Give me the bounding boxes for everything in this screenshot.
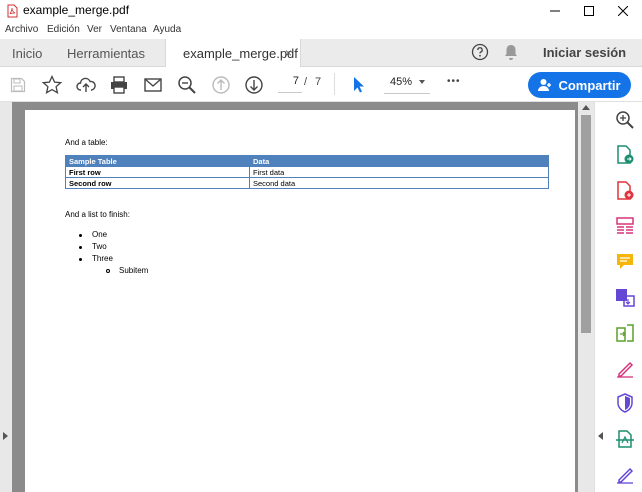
list-intro-text: And a list to finish: [65,210,130,219]
signin-button[interactable]: Iniciar sesión [543,45,626,60]
export-pdf-icon[interactable] [615,145,635,165]
toolbar-divider [334,73,335,95]
bullet-icon [79,258,82,261]
bullet-icon [79,234,82,237]
table-cell: Second data [249,177,549,189]
tab-home[interactable]: Inicio [12,39,42,67]
table-cell: Second row [65,177,250,189]
minimize-icon [550,10,560,12]
printer-icon [111,76,127,94]
table-header-cell: Data [249,155,549,167]
table-intro-text: And a table: [65,138,108,147]
table-header-cell: Sample Table [65,155,250,167]
comment-icon[interactable] [615,252,635,272]
zoom-in-icon[interactable] [615,110,635,130]
share-button[interactable]: Compartir [528,72,631,98]
zoom-level-value: 45% [390,76,413,88]
list-subitem: Subitem [119,266,149,275]
add-user-icon [538,79,552,91]
page-total: 7 [315,76,322,88]
tab-document-label: example_merge.pdf [183,45,298,61]
scan-ocr-icon[interactable] [615,429,635,449]
tab-close-icon[interactable]: × [285,46,292,60]
scrollbar-thumb[interactable] [581,115,591,333]
create-pdf-icon[interactable] [615,181,635,201]
title-bar: example_merge.pdf [0,0,642,22]
select-tool-button[interactable] [347,73,371,97]
share-button-label: Compartir [558,77,621,93]
page-separator: / [304,76,308,88]
expand-left-icon [3,432,8,440]
protect-shield-icon[interactable] [615,393,635,413]
zoom-search-button[interactable] [175,73,199,97]
sample-table: Sample Table Data First row First data S… [65,155,549,189]
combine-files-icon[interactable] [615,287,635,307]
cloud-upload-icon [76,77,96,92]
more-options-icon[interactable]: ••• [447,76,461,87]
next-page-button[interactable] [242,73,266,97]
tab-tools[interactable]: Herramientas [67,39,145,67]
chevron-down-icon [419,80,425,84]
save-button[interactable] [6,73,30,97]
table-header-row: Sample Table Data [65,155,549,167]
close-icon [618,6,628,16]
table-cell: First data [249,166,549,178]
close-window-button[interactable] [603,0,642,22]
vertical-scrollbar[interactable] [578,102,594,492]
zoom-level-select[interactable]: 45% [384,76,430,94]
tab-bar: Inicio Herramientas example_merge.pdf × … [0,39,642,67]
menu-archivo[interactable]: Archivo [5,24,38,35]
scroll-up-icon[interactable] [582,105,590,110]
table-row: Second row Second data [65,177,549,189]
print-button[interactable] [107,73,131,97]
notifications-bell-icon[interactable] [503,44,519,61]
save-icon [10,77,26,93]
window-title: example_merge.pdf [23,3,130,17]
tab-document[interactable]: example_merge.pdf × [165,39,301,67]
envelope-icon [144,78,162,92]
left-panel-toggle[interactable] [0,102,12,492]
organize-pages-icon[interactable] [615,323,635,343]
help-icon[interactable] [471,43,489,61]
pdf-page: And a table: Sample Table Data First row… [25,110,575,492]
magnifier-icon [178,76,196,94]
bookmark-button[interactable] [40,73,64,97]
maximize-icon [584,6,594,16]
fill-sign-icon[interactable] [615,358,635,378]
menu-edicion[interactable]: Edición [47,24,80,35]
right-tools-panel [594,102,642,492]
toolbar: 7 / 7 45% ••• Compartir [0,67,642,102]
menu-ayuda[interactable]: Ayuda [153,24,181,35]
upload-cloud-button[interactable] [74,73,98,97]
hollow-bullet-icon [106,269,110,273]
document-viewer[interactable]: And a table: Sample Table Data First row… [0,102,594,492]
arrow-up-circle-icon [212,76,230,94]
cursor-arrow-icon [354,77,364,93]
list-item: Three [92,254,113,263]
arrow-down-circle-icon [245,76,263,94]
table-row: First row First data [65,166,549,178]
collapse-right-icon[interactable] [598,432,603,440]
star-icon [42,75,62,94]
menu-ver[interactable]: Ver [87,24,102,35]
list-item: Two [92,242,107,251]
edit-pdf-icon[interactable] [615,216,635,236]
request-signature-icon[interactable] [615,464,635,484]
bullet-icon [79,246,82,249]
menu-bar: Archivo Edición Ver Ventana Ayuda [0,22,642,39]
menu-ventana[interactable]: Ventana [110,24,147,35]
list-item: One [92,230,108,239]
page-number-input[interactable]: 7 [278,75,302,93]
email-button[interactable] [141,73,165,97]
previous-page-button[interactable] [209,73,233,97]
table-cell: First row [65,166,250,178]
pdf-file-icon [7,4,18,18]
